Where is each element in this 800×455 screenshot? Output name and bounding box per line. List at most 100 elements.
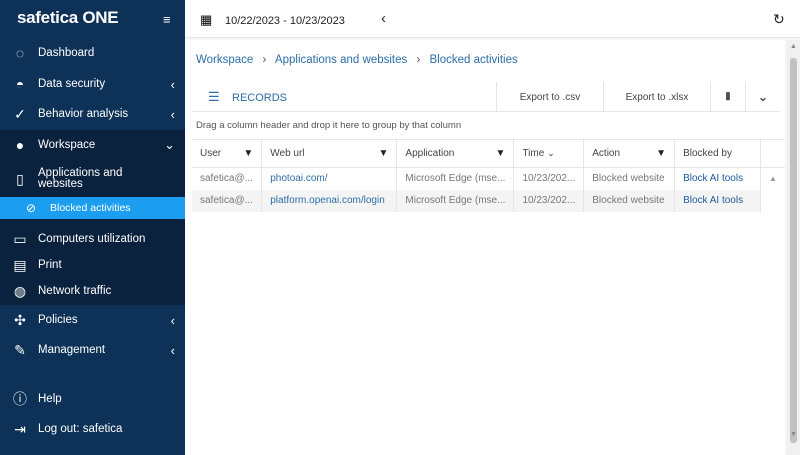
export-csv-button[interactable]: Export to .csv xyxy=(496,82,603,112)
sidebar-item-behavior-analysis[interactable]: ✓ Behavior analysis ‹ xyxy=(0,99,185,129)
filter-icon[interactable]: ▼ xyxy=(379,148,389,159)
label: Policies xyxy=(38,314,78,326)
breadcrumb-applications[interactable]: Applications and websites xyxy=(275,54,407,66)
chevron-down-icon: ⌄ xyxy=(164,137,175,152)
sidebar-item-help[interactable]: ⓘ Help xyxy=(0,384,185,414)
refresh-icon[interactable]: ↻ xyxy=(773,11,785,28)
wrench-icon: ✎ xyxy=(14,341,26,358)
sidebar-item-workspace[interactable]: ● Workspace ⌄ xyxy=(0,130,185,160)
sidebar-item-blocked-activities[interactable]: ⊘ Blocked activities xyxy=(0,197,185,219)
sidebar-item-network-traffic[interactable]: ◍ Network traffic xyxy=(0,276,185,306)
header-label: Blocked by xyxy=(683,148,732,159)
sidebar-item-logout[interactable]: ⇥ Log out: safetica xyxy=(0,414,185,444)
label: Computers utilization xyxy=(38,233,146,245)
columns-icon[interactable]: ⦀ xyxy=(710,82,745,112)
logout-icon: ⇥ xyxy=(14,420,26,437)
chevron-left-icon[interactable]: ‹ xyxy=(381,10,386,27)
scroll-down-icon[interactable]: ▼ xyxy=(790,431,797,438)
blocked-icon: ⊘ xyxy=(25,201,37,215)
records-title: RECORDS xyxy=(232,92,288,104)
chevron-down-icon[interactable]: ⌄ xyxy=(745,82,780,112)
label: Network traffic xyxy=(38,285,112,297)
filter-icon[interactable]: ▼ xyxy=(496,148,506,159)
scrollbar-thumb[interactable] xyxy=(790,58,797,443)
cell-action: Blocked website xyxy=(583,189,676,212)
chevron-left-icon: ‹ xyxy=(170,342,175,358)
printer-icon: ▤ xyxy=(13,256,27,273)
chevron-left-icon: ‹ xyxy=(170,106,175,122)
cell-user: safetica@... xyxy=(192,189,263,212)
calendar-icon[interactable]: ▦ xyxy=(200,12,212,28)
table-row[interactable]: safetica@... platform.openai.com/login M… xyxy=(192,189,785,212)
column-web-url[interactable]: Web url ▼ xyxy=(261,139,398,168)
cell-application: Microsoft Edge (mse... xyxy=(396,189,515,212)
shield-icon: ◓ xyxy=(15,76,25,92)
group-hint: Drag a column header and drop it here to… xyxy=(196,120,462,131)
sidebar-item-data-security[interactable]: ◓ Data security ‹ xyxy=(0,69,185,99)
header-label: Web url xyxy=(270,148,305,159)
label: Workspace xyxy=(38,139,96,151)
sidebar-item-dashboard[interactable]: ◌ Dashboard xyxy=(0,38,185,68)
cell-application: Microsoft Edge (mse... xyxy=(396,167,515,190)
cell-user: safetica@... xyxy=(192,167,263,190)
filter-icon[interactable]: ▼ xyxy=(656,148,666,159)
spacer xyxy=(760,189,785,212)
page-scrollbar[interactable]: ▲ ▼ xyxy=(787,40,800,455)
sidebar-item-applications-websites[interactable]: ▯ Applications and websites xyxy=(0,163,185,195)
records-table: User ▼ Web url ▼ Application ▼ Time ⌄ Actio… xyxy=(192,139,785,212)
breadcrumb-workspace[interactable]: Workspace xyxy=(196,54,253,66)
column-action[interactable]: Action ▼ xyxy=(583,139,676,168)
export-xlsx-button[interactable]: Export to .xlsx xyxy=(603,82,710,112)
table-header: User ▼ Web url ▼ Application ▼ Time ⌄ Actio… xyxy=(192,139,785,168)
user-icon: ● xyxy=(15,137,25,153)
monitor-icon: ▭ xyxy=(13,230,27,247)
column-application[interactable]: Application ▼ xyxy=(396,139,515,168)
sidebar: safetica ONE ≡ ◌ Dashboard ◓ Data security… xyxy=(0,0,185,455)
cell-web-url[interactable]: platform.openai.com/login xyxy=(261,189,398,212)
cell-action: Blocked website xyxy=(583,167,676,190)
label: Help xyxy=(38,393,62,405)
records-toolbar: ☰ RECORDS Export to .csv Export to .xlsx… xyxy=(192,82,780,112)
document-icon: ▯ xyxy=(16,170,24,187)
scroll-up-icon[interactable]: ▲ xyxy=(790,43,797,50)
table-row[interactable]: safetica@... photoai.com/ Microsoft Edge… xyxy=(192,167,785,190)
label: Behavior analysis xyxy=(38,108,129,120)
label: Log out: safetica xyxy=(38,423,123,435)
header-spacer xyxy=(760,139,785,168)
sidebar-item-management[interactable]: ✎ Management ‹ xyxy=(0,335,185,365)
filter-icon[interactable]: ▼ xyxy=(243,148,253,159)
cell-blocked-by[interactable]: Block AI tools xyxy=(674,167,762,190)
menu-icon[interactable]: ≡ xyxy=(163,12,171,27)
scroll-up-icon[interactable]: ▲ xyxy=(761,168,785,190)
logo: safetica ONE xyxy=(17,8,119,27)
breadcrumb: Workspace › Applications and websites › … xyxy=(196,54,518,66)
check-circle-icon: ✓ xyxy=(14,105,26,122)
chevron-left-icon: ‹ xyxy=(170,312,175,328)
column-blocked-by[interactable]: Blocked by xyxy=(674,139,762,168)
header-label: Time xyxy=(522,148,545,159)
column-user[interactable]: User ▼ xyxy=(192,139,263,168)
sort-desc-icon: ⌄ xyxy=(547,148,555,158)
main-content: Workspace › Applications and websites › … xyxy=(185,40,785,455)
policies-icon: ✣ xyxy=(14,311,26,328)
label: Data security xyxy=(38,78,106,90)
cell-blocked-by[interactable]: Block AI tools xyxy=(674,189,762,212)
chevron-left-icon: ‹ xyxy=(170,76,175,92)
label: Blocked activities xyxy=(50,202,131,214)
cell-time: 10/23/202... xyxy=(513,167,585,190)
label: Dashboard xyxy=(38,47,95,59)
cell-web-url[interactable]: photoai.com/ xyxy=(261,167,398,190)
header-label: Action xyxy=(592,148,621,159)
label: Management xyxy=(38,344,106,356)
dashboard-icon: ◌ xyxy=(15,45,25,61)
sidebar-item-policies[interactable]: ✣ Policies ‹ xyxy=(0,305,185,335)
help-icon: ⓘ xyxy=(13,391,27,407)
label: Print xyxy=(38,259,62,271)
top-bar: ▦ 10/22/2023 - 10/23/2023 ‹ ↻ xyxy=(185,0,800,38)
list-icon: ☰ xyxy=(208,89,220,104)
label: Applications and websites xyxy=(38,167,123,190)
date-range[interactable]: 10/22/2023 - 10/23/2023 xyxy=(225,15,345,27)
cell-time: 10/23/202... xyxy=(513,189,585,212)
header-label: Application xyxy=(405,148,455,159)
column-time[interactable]: Time ⌄ xyxy=(513,139,585,168)
